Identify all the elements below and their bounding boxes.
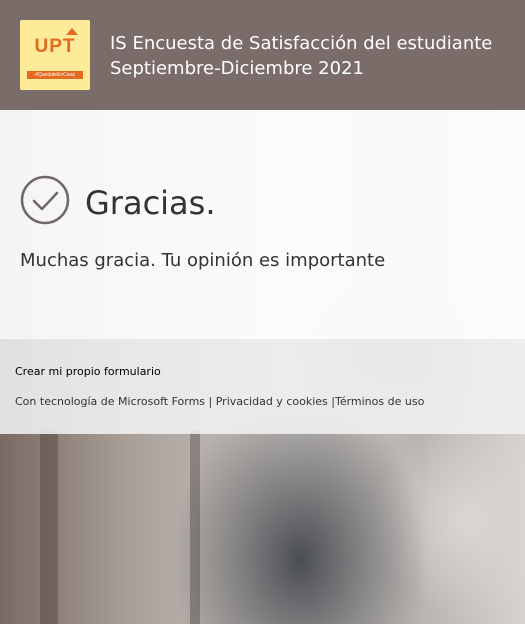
form-title: IS Encuesta de Satisfacción del estudian… — [110, 31, 510, 81]
form-title-line2: Septiembre-Diciembre 2021 — [110, 58, 364, 79]
create-form-link-container: Crear mi propio formulario — [15, 364, 161, 380]
confirmation-heading: Gracias. — [85, 184, 216, 222]
house-icon — [66, 28, 78, 35]
logo-text: UPT — [34, 36, 76, 57]
check-circle-icon — [20, 175, 70, 225]
terms-link[interactable]: Términos de uso — [335, 395, 424, 408]
privacy-link[interactable]: Privacidad y cookies — [216, 395, 328, 408]
powered-by-line: Con tecnología de Microsoft Forms | Priv… — [15, 394, 424, 410]
powered-by-text: Con tecnología de Microsoft Forms — [15, 395, 206, 408]
create-form-link[interactable]: Crear mi propio formulario — [15, 365, 161, 378]
logo-tagline: #QuedateEnCasa — [27, 71, 83, 79]
form-footer — [0, 339, 525, 434]
form-header: UPT #QuedateEnCasa IS Encuesta de Satisf… — [0, 0, 525, 110]
confirmation-message: Muchas gracia. Tu opinión es importante — [20, 250, 386, 271]
form-page: UPT #QuedateEnCasa IS Encuesta de Satisf… — [0, 0, 525, 624]
confirmation-panel — [0, 110, 525, 339]
background-photo-detail — [40, 430, 58, 624]
university-logo: UPT #QuedateEnCasa — [20, 20, 90, 90]
background-photo-detail — [190, 430, 200, 624]
separator: | — [208, 395, 213, 408]
form-title-line1: IS Encuesta de Satisfacción del estudian… — [110, 33, 493, 54]
